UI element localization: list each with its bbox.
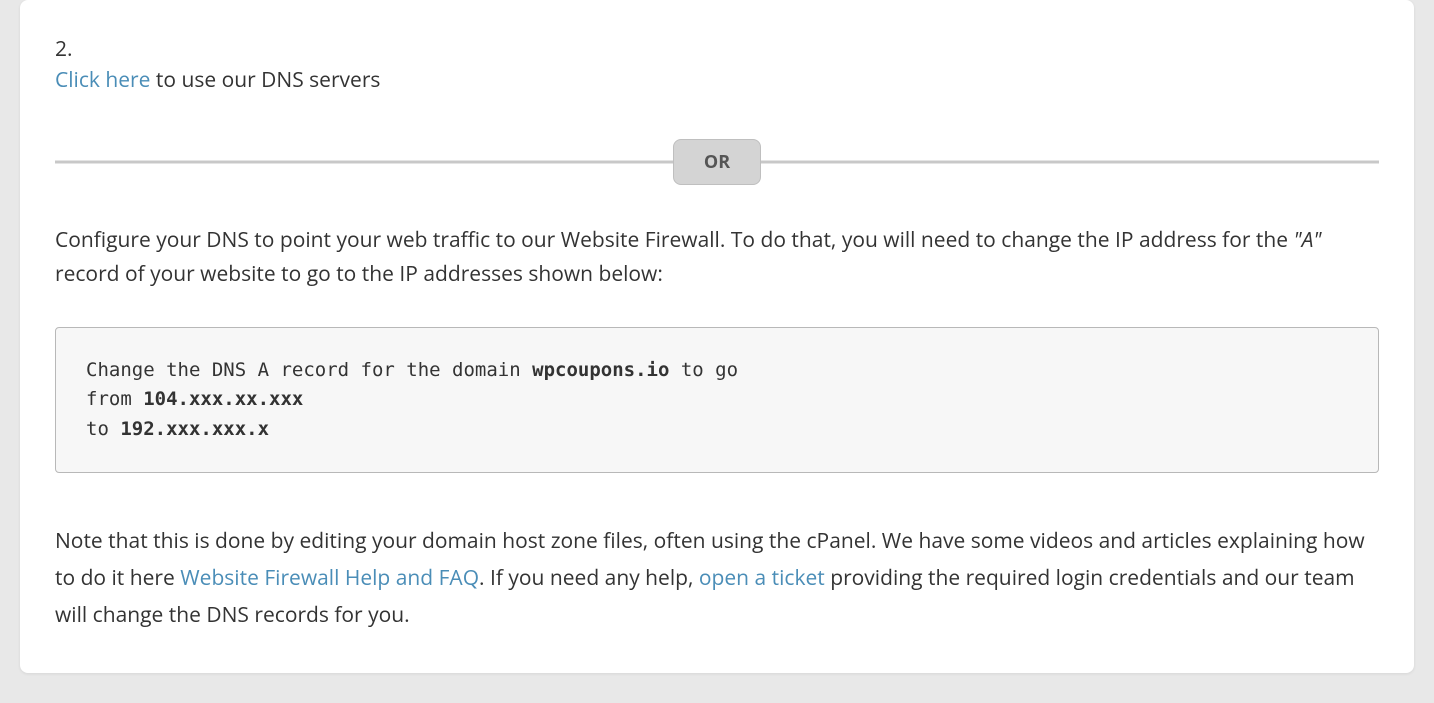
note-part2: . If you need any help, (479, 564, 699, 592)
configure-prefix: Configure your DNS to point your web tra… (55, 226, 1294, 254)
code-from-ip: 104.xxx.xx.xxx (143, 388, 303, 410)
dns-server-text: Click here to use our DNS servers (55, 65, 1379, 97)
firewall-faq-link[interactable]: Website Firewall Help and FAQ (180, 564, 479, 592)
code-line-1: Change the DNS A record for the domain w… (86, 356, 1348, 385)
code-line-2: from 104.xxx.xx.xxx (86, 385, 1348, 414)
code-line3-prefix: to (86, 418, 120, 440)
dns-code-box: Change the DNS A record for the domain w… (55, 327, 1379, 473)
code-line1-suffix: to go (669, 359, 738, 381)
code-line-3: to 192.xxx.xxx.x (86, 415, 1348, 444)
configure-suffix: record of your website to go to the IP a… (55, 260, 663, 288)
configure-text: Configure your DNS to point your web tra… (55, 223, 1379, 292)
dns-server-suffix: to use our DNS servers (150, 66, 380, 94)
or-divider: OR (55, 139, 1379, 185)
instruction-card: 2. Click here to use our DNS servers OR … (20, 0, 1414, 673)
code-domain: wpcoupons.io (532, 359, 669, 381)
code-to-ip: 192.xxx.xxx.x (120, 418, 269, 440)
open-ticket-link[interactable]: open a ticket (699, 564, 825, 592)
code-line1-prefix: Change the DNS A record for the domain (86, 359, 532, 381)
code-line2-prefix: from (86, 388, 143, 410)
note-text: Note that this is done by editing your d… (55, 523, 1379, 633)
or-badge: OR (673, 139, 761, 185)
configure-quoted: "A" (1294, 226, 1322, 254)
step-number: 2. (55, 35, 1379, 63)
click-here-link[interactable]: Click here (55, 66, 150, 94)
